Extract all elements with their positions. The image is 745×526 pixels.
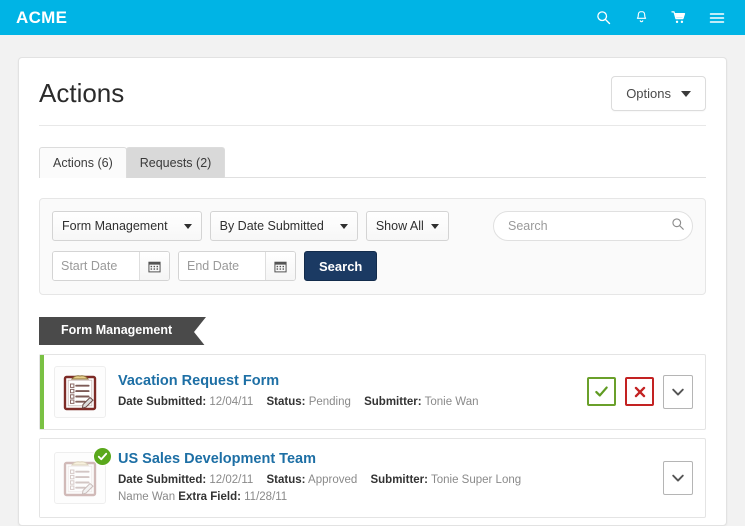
section-ribbon: Form Management xyxy=(39,317,207,347)
hamburger-menu-icon[interactable] xyxy=(709,10,725,26)
options-button-label: Options xyxy=(626,86,671,101)
clipboard-icon xyxy=(54,447,112,505)
top-navigation-bar: ACME xyxy=(0,0,745,35)
meta-label: Status: xyxy=(266,473,306,486)
show-dropdown[interactable]: Show All xyxy=(365,211,449,241)
meta-label: Extra Field: xyxy=(178,491,241,504)
calendar-icon[interactable] xyxy=(265,252,295,280)
end-date-group xyxy=(178,251,296,281)
card-header: Actions Options xyxy=(39,58,706,126)
calendar-icon[interactable] xyxy=(139,252,169,280)
search-submit-button[interactable]: Search xyxy=(304,251,378,281)
top-nav-icon-group xyxy=(595,10,729,26)
section-ribbon-wrapper: Form Management xyxy=(39,317,706,347)
main-card: Actions Options Actions (6) Requests (2)… xyxy=(18,57,727,526)
meta-value: 11/28/11 xyxy=(244,491,288,504)
row-metadata: Date Submitted: 12/02/11 Status: Approve… xyxy=(118,472,653,507)
row-content: US Sales Development Team Date Submitted… xyxy=(118,450,653,507)
table-row[interactable]: Vacation Request Form Date Submitted: 12… xyxy=(39,353,706,430)
search-input[interactable] xyxy=(506,218,671,234)
row-metadata: Date Submitted: 12/04/11 Status: Pending… xyxy=(118,394,577,411)
meta-value: 12/04/11 xyxy=(209,396,254,409)
tab-requests[interactable]: Requests (2) xyxy=(125,147,226,178)
expand-button[interactable] xyxy=(663,374,693,409)
chevron-down-icon xyxy=(430,223,439,229)
end-date-input[interactable] xyxy=(179,252,265,280)
search-icon[interactable] xyxy=(595,10,611,26)
row-accent-bar xyxy=(40,354,44,429)
approve-button[interactable] xyxy=(587,377,616,407)
show-dropdown-label: Show All xyxy=(375,219,424,233)
row-title-link[interactable]: US Sales Development Team xyxy=(118,450,653,468)
row-action-group xyxy=(587,374,693,409)
row-action-group xyxy=(663,461,693,496)
category-dropdown[interactable]: Form Management xyxy=(52,211,202,241)
meta-label: Date Submitted: xyxy=(118,396,207,409)
chevron-down-icon xyxy=(681,90,691,97)
meta-value: 12/02/11 xyxy=(209,473,254,486)
meta-label: Status: xyxy=(266,396,306,409)
cart-icon[interactable] xyxy=(671,10,687,26)
meta-value: Tonie Wan xyxy=(424,396,479,409)
meta-value: Tonie Super Long xyxy=(430,473,522,486)
filter-row-bottom: Search xyxy=(52,251,693,281)
meta-label: Submitter: xyxy=(370,473,428,486)
chevron-down-icon xyxy=(339,223,348,229)
row-title-link[interactable]: Vacation Request Form xyxy=(118,372,577,390)
category-dropdown-label: Form Management xyxy=(62,219,168,233)
meta-value: Name Wan xyxy=(118,491,176,504)
meta-value: Pending xyxy=(308,396,351,409)
meta-label: Date Submitted: xyxy=(118,473,207,486)
page-title: Actions xyxy=(39,78,125,109)
row-accent-bar xyxy=(40,438,44,518)
filter-row-top: Form Management By Date Submitted Show A… xyxy=(52,211,693,241)
results-list: Vacation Request Form Date Submitted: 12… xyxy=(39,353,706,525)
page-body: Actions Options Actions (6) Requests (2)… xyxy=(0,35,745,526)
bell-icon[interactable] xyxy=(633,10,649,26)
reject-button[interactable] xyxy=(625,377,654,407)
sort-dropdown[interactable]: By Date Submitted xyxy=(209,211,358,241)
search-box[interactable] xyxy=(493,211,693,241)
brand-logo[interactable]: ACME xyxy=(16,8,67,28)
section-ribbon-label: Form Management xyxy=(61,323,173,337)
sort-dropdown-label: By Date Submitted xyxy=(219,219,324,233)
approved-check-badge-icon xyxy=(93,447,112,467)
start-date-group xyxy=(52,251,170,281)
filter-panel: Form Management By Date Submitted Show A… xyxy=(39,198,706,295)
start-date-input[interactable] xyxy=(53,252,139,280)
expand-button[interactable] xyxy=(663,461,693,496)
search-icon[interactable] xyxy=(671,217,685,236)
tab-bar: Actions (6) Requests (2) xyxy=(39,126,706,178)
row-content: Vacation Request Form Date Submitted: 12… xyxy=(118,372,577,411)
table-row[interactable]: US Sales Development Team Date Submitted… xyxy=(39,437,706,519)
meta-label: Submitter: xyxy=(364,396,422,409)
chevron-down-icon xyxy=(183,223,192,229)
clipboard-icon xyxy=(54,365,106,418)
options-button[interactable]: Options xyxy=(611,76,706,111)
tab-actions[interactable]: Actions (6) xyxy=(39,147,127,178)
meta-value: Approved xyxy=(308,473,358,486)
